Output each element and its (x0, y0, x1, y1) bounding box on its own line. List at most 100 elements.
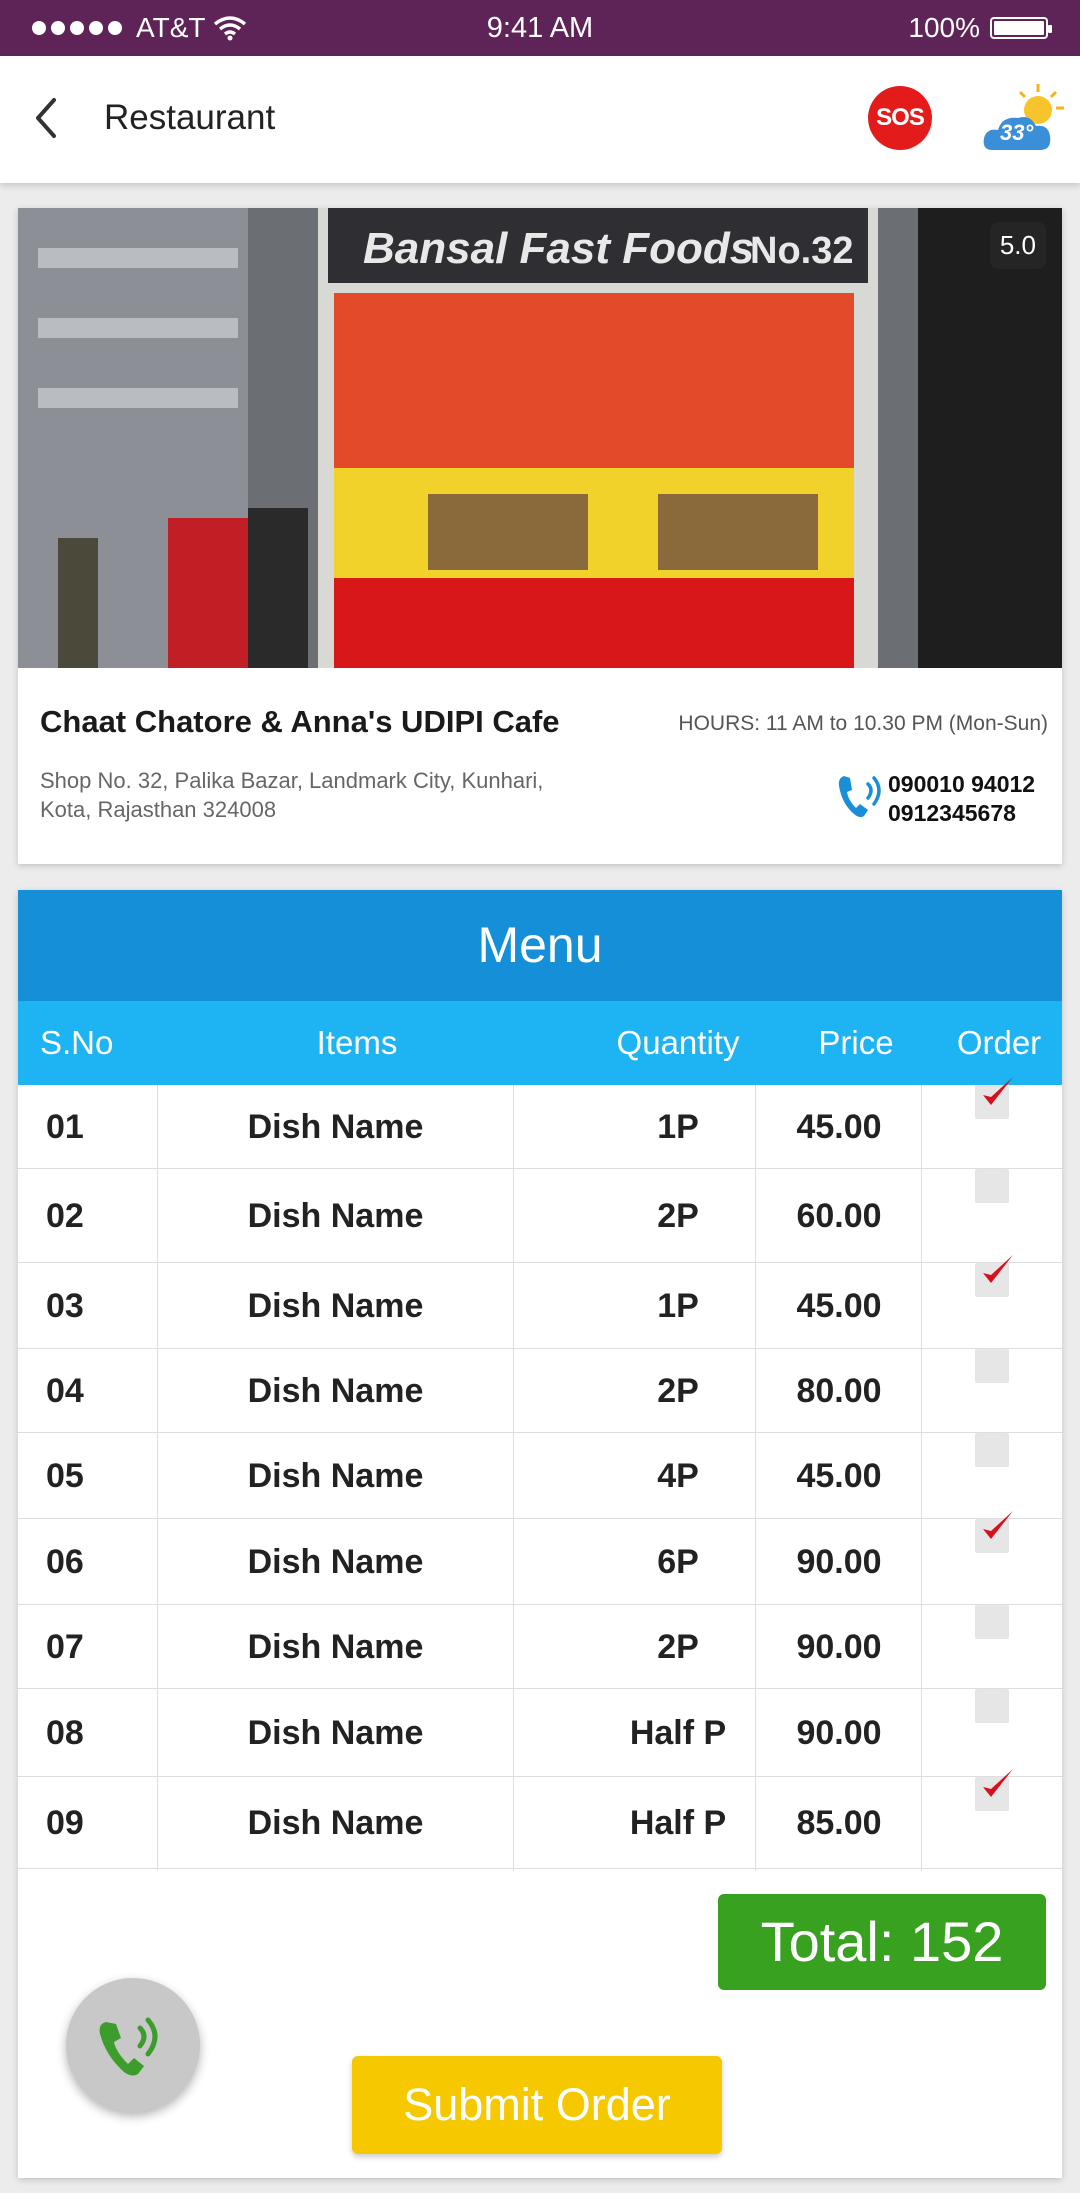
photo-sign-number: No.32 (750, 230, 853, 272)
header-items: Items (316, 1024, 398, 1061)
row-order-cell (922, 1605, 1062, 1689)
order-checkbox[interactable] (975, 1511, 1013, 1553)
row-item: Dish Name (247, 1804, 424, 1842)
sos-label: SOS (876, 104, 925, 131)
row-quantity: 2P (657, 1372, 699, 1410)
check-icon (983, 1077, 1013, 1105)
row-sno: 03 (46, 1287, 84, 1325)
restaurant-card: Bansal Fast Foods No.32 5.0 Chaat Chator… (18, 208, 1062, 864)
row-item: Dish Name (247, 1457, 424, 1495)
row-quantity: 1P (657, 1108, 699, 1146)
restaurant-address: Shop No. 32, Palika Bazar, Landmark City… (40, 766, 640, 824)
row-price: 85.00 (796, 1804, 882, 1842)
photo-sign-text: Bansal Fast Foods (363, 224, 754, 273)
table-row: 03 Dish Name 1P 45.00 (18, 1255, 1062, 1349)
restaurant-photo: Bansal Fast Foods No.32 5.0 (18, 208, 1062, 668)
restaurant-hours: HOURS: 11 AM to 10.30 PM (Mon-Sun) (678, 712, 1048, 735)
row-sno: 08 (46, 1714, 84, 1752)
call-icon (99, 2017, 158, 2076)
table-row: 08 Dish Name Half P 90.00 (18, 1689, 1062, 1777)
row-order-cell (922, 1255, 1062, 1349)
table-row: 09 Dish Name Half P 85.00 (18, 1769, 1062, 1869)
header-price: Price (818, 1024, 894, 1061)
order-checkbox[interactable] (975, 1077, 1013, 1119)
table-row: 01 Dish Name 1P 45.00 (18, 1077, 1062, 1169)
table-row: 07 Dish Name 2P 90.00 (18, 1605, 1062, 1689)
row-order-cell (922, 1349, 1062, 1433)
phone-number-2[interactable]: 0912345678 (888, 799, 1035, 828)
order-checkbox[interactable] (975, 1169, 1009, 1203)
row-price: 45.00 (796, 1108, 882, 1146)
rating-badge: 5.0 (989, 222, 1046, 269)
row-item: Dish Name (247, 1287, 424, 1325)
order-checkbox[interactable] (975, 1605, 1009, 1639)
row-sno: 07 (46, 1628, 84, 1666)
check-icon (983, 1769, 1013, 1797)
order-checkbox[interactable] (975, 1433, 1009, 1467)
row-price: 90.00 (796, 1543, 882, 1581)
battery-icon (990, 17, 1052, 39)
status-bar: AT&T 9:41 AM 100% (0, 0, 1080, 56)
call-button[interactable] (66, 1978, 200, 2112)
menu-card: Menu S.No Items Quantity Price Order 01 D… (18, 890, 1062, 2178)
sos-button[interactable]: SOS (868, 86, 932, 150)
order-checkbox[interactable] (975, 1689, 1009, 1723)
phone-number-1[interactable]: 090010 94012 (888, 770, 1035, 799)
row-price: 90.00 (796, 1714, 882, 1752)
phone-icon[interactable] (836, 770, 886, 822)
check-icon (983, 1255, 1013, 1283)
menu-table-header: S.No Items Quantity Price Order (18, 1001, 1062, 1085)
table-row: 04 Dish Name 2P 80.00 (18, 1349, 1062, 1433)
row-quantity: 4P (657, 1457, 699, 1495)
row-item: Dish Name (247, 1197, 424, 1235)
row-quantity: 1P (657, 1287, 699, 1325)
back-button[interactable] (24, 88, 80, 148)
table-row: 05 Dish Name 4P 45.00 (18, 1433, 1062, 1519)
row-sno: 06 (46, 1543, 84, 1581)
address-line-1: Shop No. 32, Palika Bazar, Landmark City… (40, 768, 544, 793)
phone-numbers: 090010 94012 0912345678 (888, 770, 1035, 828)
address-line-2: Kota, Rajasthan 324008 (40, 797, 277, 822)
page-title: Restaurant (104, 98, 276, 137)
submit-order-button[interactable]: Submit Order (352, 2056, 722, 2154)
menu-title: Menu (18, 890, 1062, 1001)
row-item: Dish Name (247, 1628, 424, 1666)
row-item: Dish Name (247, 1543, 424, 1581)
row-order-cell (922, 1689, 1062, 1777)
row-quantity: 6P (657, 1543, 699, 1581)
row-item: Dish Name (247, 1108, 424, 1146)
row-price: 90.00 (796, 1628, 882, 1666)
app-bar: Restaurant SOS 33° (0, 56, 1080, 183)
row-price: 45.00 (796, 1287, 882, 1325)
order-total: Total: 152 (718, 1894, 1046, 1990)
row-item: Dish Name (247, 1714, 424, 1752)
header-quantity: Quantity (616, 1024, 740, 1061)
row-quantity: Half P (629, 1714, 727, 1752)
row-sno: 09 (46, 1804, 84, 1842)
row-sno: 01 (46, 1108, 84, 1146)
row-price: 80.00 (796, 1372, 882, 1410)
row-quantity: 2P (657, 1197, 699, 1235)
restaurant-name: Chaat Chatore & Anna's UDIPI Cafe (40, 704, 560, 739)
storefront-image: Bansal Fast Foods No.32 (18, 208, 1062, 668)
row-order-cell (922, 1169, 1062, 1263)
back-arrow-icon (36, 98, 56, 138)
row-order-cell (922, 1077, 1062, 1169)
row-item: Dish Name (247, 1372, 424, 1410)
table-row: 02 Dish Name 2P 60.00 (18, 1169, 1062, 1263)
battery-percent: 100% (908, 12, 980, 43)
row-order-cell (922, 1511, 1062, 1605)
check-icon (983, 1511, 1013, 1539)
weather-widget[interactable]: 33° (982, 82, 1068, 154)
row-quantity: Half P (629, 1804, 727, 1842)
order-checkbox[interactable] (975, 1769, 1013, 1811)
row-price: 45.00 (796, 1457, 882, 1495)
row-quantity: 2P (657, 1628, 699, 1666)
row-sno: 02 (46, 1197, 84, 1235)
row-sno: 05 (46, 1457, 84, 1495)
row-order-cell (922, 1769, 1062, 1869)
order-checkbox[interactable] (975, 1255, 1013, 1297)
temperature-label: 33° (1000, 120, 1034, 145)
table-row: 06 Dish Name 6P 90.00 (18, 1511, 1062, 1605)
order-checkbox[interactable] (975, 1349, 1009, 1383)
